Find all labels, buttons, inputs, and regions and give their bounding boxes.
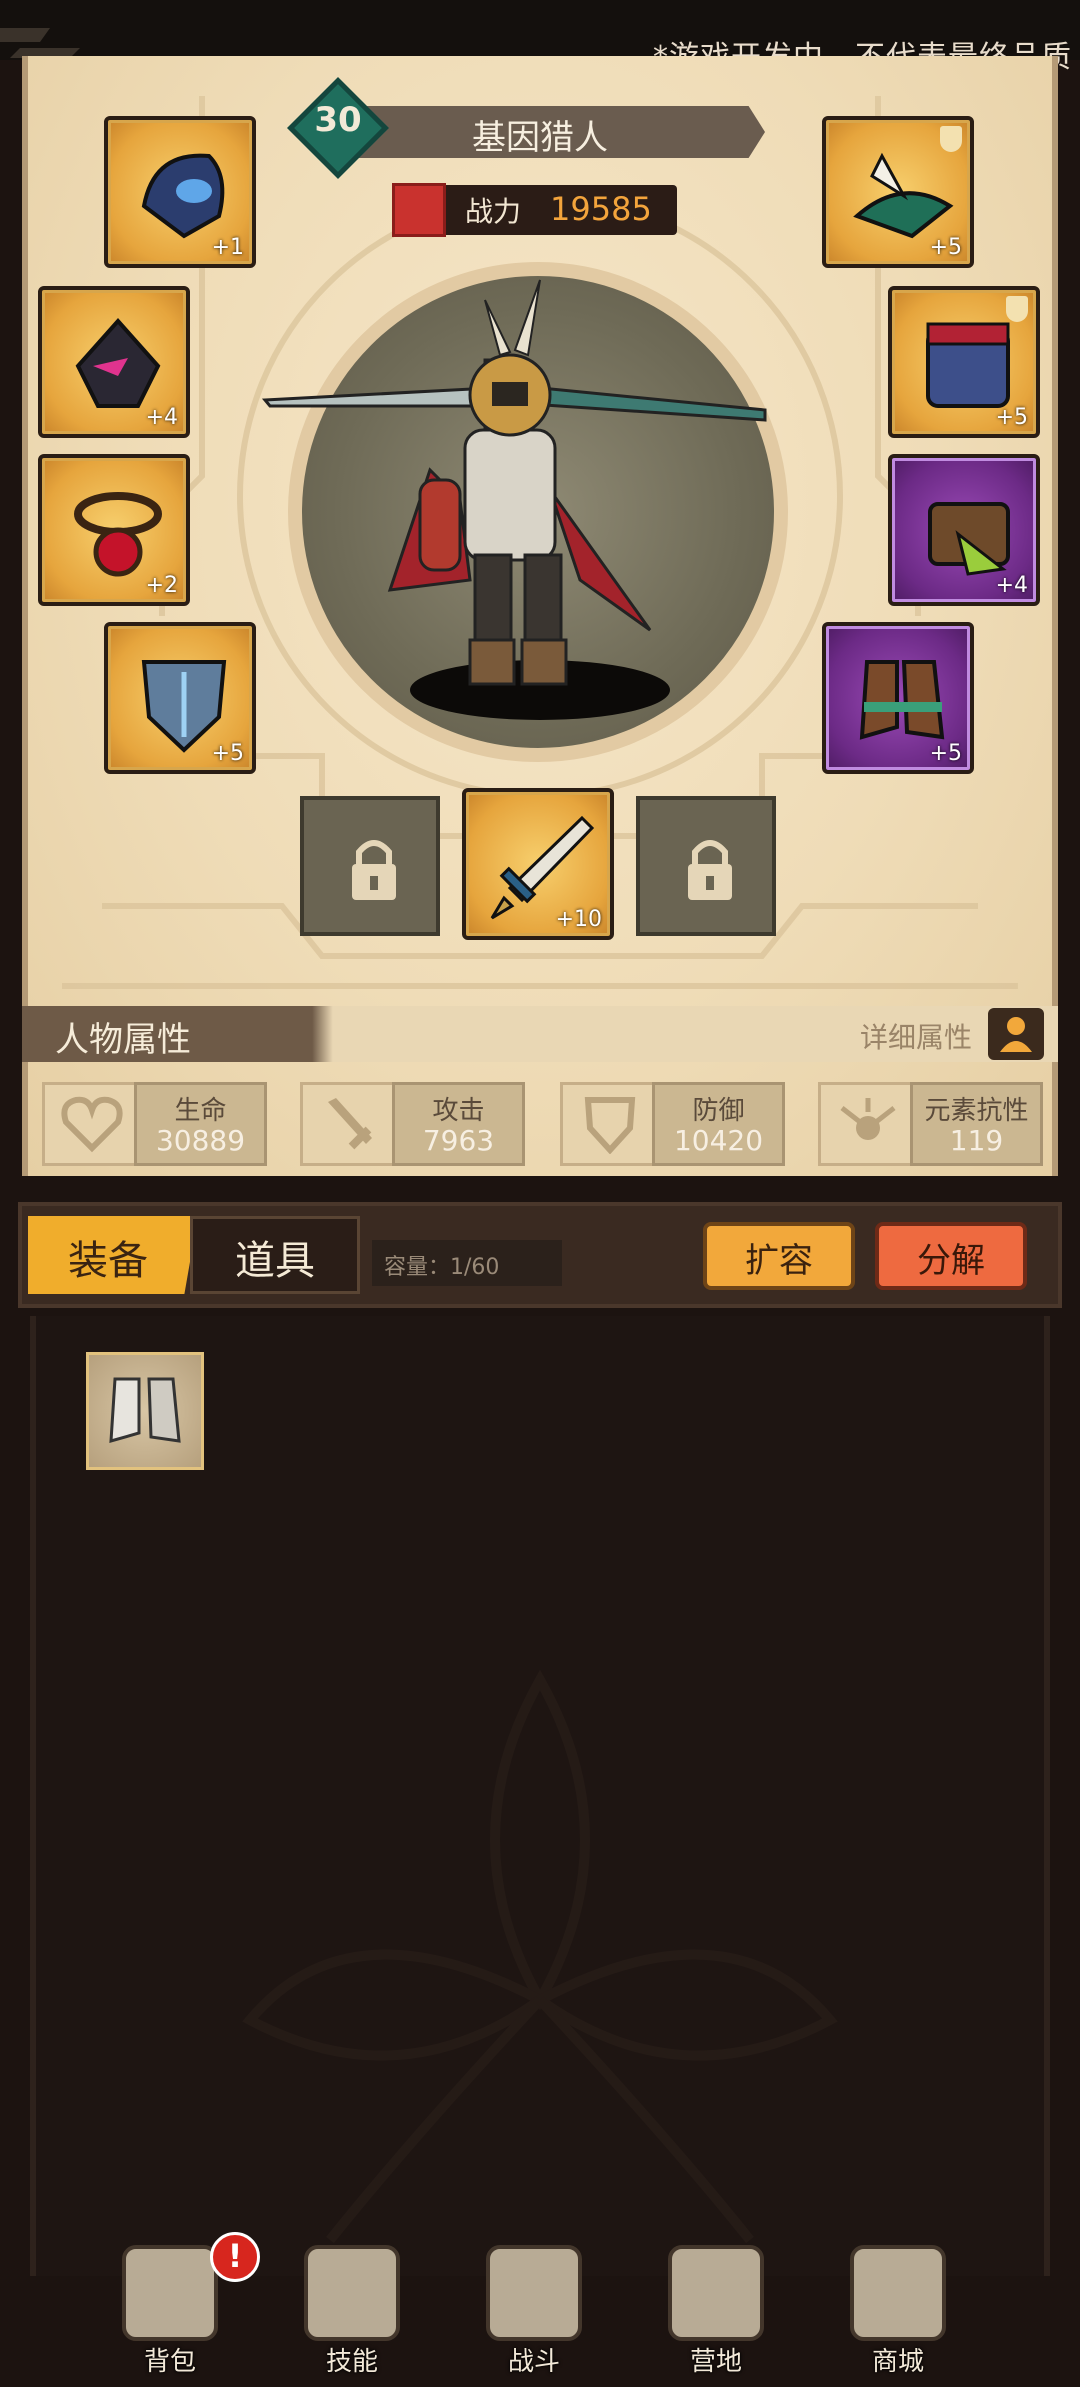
stat-label: 生命 (174, 1096, 227, 1126)
upgrade-level: +10 (555, 907, 602, 932)
stat-label: 元素抗性 (924, 1096, 1029, 1126)
corner-ornament (0, 28, 80, 58)
stat-hp: 生命 30889 (42, 1082, 267, 1166)
detail-attributes-label[interactable]: 详细属性 (860, 1016, 972, 1056)
level-number: 30 (314, 100, 362, 140)
nav-camp[interactable]: 营地 (646, 2245, 786, 2385)
stat-defense: 防御 10420 (560, 1082, 785, 1166)
upgrade-level: +2 (145, 573, 178, 598)
upgrade-level: +1 (211, 235, 244, 260)
heart-icon (61, 1096, 123, 1153)
shield-icon (584, 1097, 636, 1154)
equip-slot-shield[interactable]: +5 (104, 622, 256, 774)
nav-label: 背包 (143, 2347, 196, 2377)
skill-book-icon (304, 2245, 400, 2341)
stat-attack: 攻击 7963 (300, 1082, 525, 1166)
shop-icon (850, 2245, 946, 2341)
equip-slot-mask[interactable]: +4 (38, 286, 190, 438)
stat-element-resist: 元素抗性 119 (818, 1082, 1043, 1166)
capacity-text: 容量：1/60 (384, 1255, 500, 1280)
power-value: 19585 (550, 190, 652, 228)
stat-value: 10420 (673, 1124, 764, 1157)
locked-slot-left[interactable] (300, 796, 440, 936)
equip-slot-armor[interactable]: +5 (888, 286, 1040, 438)
equip-slot-belt-pack[interactable]: +4 (888, 454, 1040, 606)
stat-value: 30889 (155, 1124, 246, 1157)
nav-skills[interactable]: 技能 (282, 2245, 422, 2385)
equip-slot-amulet[interactable]: +2 (38, 454, 190, 606)
upgrade-level: +4 (145, 405, 178, 430)
decompose-button-label[interactable]: 分解 (875, 1233, 1027, 1282)
equip-slot-weapon[interactable]: +10 (462, 788, 614, 940)
power-icon (392, 183, 446, 237)
expand-button-label[interactable]: 扩容 (703, 1233, 855, 1282)
background-emblem (242, 1669, 838, 2244)
alert-badge-icon: ! (210, 2232, 260, 2282)
stat-value: 7963 (422, 1124, 495, 1157)
nav-label: 商城 (871, 2347, 924, 2377)
detail-attributes-button[interactable] (988, 1008, 1044, 1060)
power-label: 战力 (465, 195, 522, 228)
backpack-icon (122, 2245, 218, 2341)
locked-slot-right[interactable] (636, 796, 776, 936)
person-icon (1000, 1017, 1032, 1052)
character-name: 基因猎人 (472, 118, 608, 158)
tab-equipment-label[interactable]: 装备 (28, 1228, 188, 1286)
battle-icon (486, 2245, 582, 2341)
lock-icon (352, 840, 396, 900)
nav-shop[interactable]: 商城 (828, 2245, 968, 2385)
inventory-item-boots[interactable] (86, 1352, 204, 1470)
upgrade-level: +5 (211, 741, 244, 766)
element-icon (840, 1098, 896, 1140)
lock-badge-icon (940, 126, 962, 152)
nav-label: 技能 (325, 2347, 378, 2377)
silver-boots-icon (109, 1377, 181, 1444)
nav-label: 营地 (689, 2347, 742, 2377)
hero-sprite (261, 279, 767, 720)
upgrade-level: +5 (995, 405, 1028, 430)
lock-badge-icon (1006, 296, 1028, 322)
stat-label: 攻击 (432, 1096, 485, 1126)
stat-label: 防御 (692, 1096, 745, 1126)
upgrade-level: +4 (995, 573, 1028, 598)
attributes-title: 人物属性 (55, 1020, 191, 1060)
camp-castle-icon (668, 2245, 764, 2341)
nav-label: 战斗 (507, 2347, 560, 2377)
upgrade-level: +5 (929, 741, 962, 766)
equip-slot-hat[interactable]: +5 (822, 116, 974, 268)
stat-value: 119 (949, 1124, 1004, 1157)
tab-items-label[interactable]: 道具 (190, 1228, 360, 1286)
upgrade-level: +5 (929, 235, 962, 260)
equip-slot-helmet[interactable]: +1 (104, 116, 256, 268)
nav-battle[interactable]: 战斗 (464, 2245, 604, 2385)
equip-slot-boots[interactable]: +5 (822, 622, 974, 774)
sword-icon (328, 1098, 372, 1150)
lock-icon (688, 840, 732, 900)
